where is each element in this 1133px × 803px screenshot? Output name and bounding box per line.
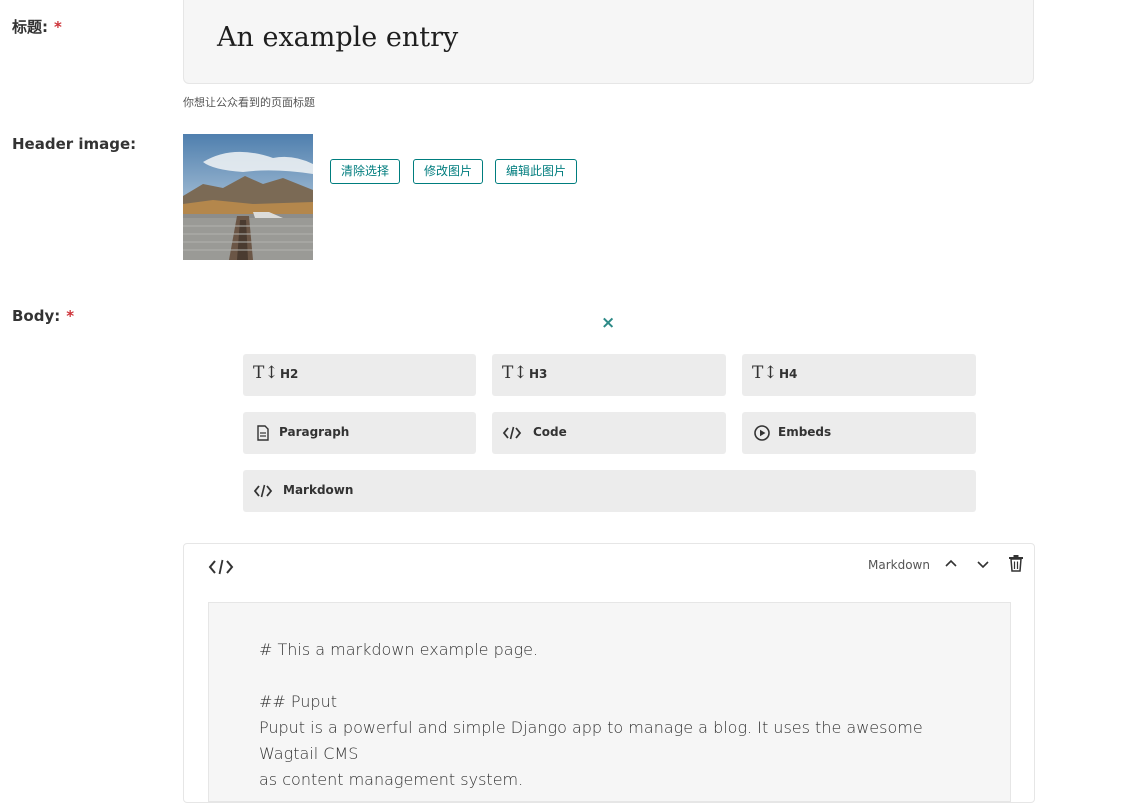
header-image-label: Header image: — [12, 135, 137, 153]
markdown-editor[interactable]: # This a markdown example page. ## Puput… — [208, 602, 1011, 802]
block-button-label: H4 — [779, 367, 798, 381]
block-button-label: Embeds — [778, 425, 832, 439]
header-image-thumbnail — [183, 134, 313, 260]
block-button-label: Markdown — [283, 483, 354, 497]
body-label: Body: * — [12, 307, 75, 325]
code-icon — [208, 559, 234, 575]
title-label: 标题: * — [12, 18, 62, 36]
required-mark: * — [54, 18, 62, 36]
block-type-label: Markdown — [868, 558, 930, 572]
heading-icon: T↕ — [253, 363, 279, 383]
media-icon — [754, 425, 770, 441]
move-down-icon[interactable] — [976, 557, 990, 571]
markdown-line: as content management system. — [259, 770, 524, 789]
code-icon — [502, 426, 522, 440]
markdown-line: ## Puput — [259, 692, 337, 711]
markdown-block: Markdown # This a markdown example page.… — [183, 543, 1035, 803]
block-button-label: Code — [533, 425, 567, 439]
block-button-h2[interactable]: T↕ H2 — [243, 354, 476, 396]
markdown-line: Puput is a powerful and simple Django ap… — [259, 718, 923, 763]
block-button-h4[interactable]: T↕ H4 — [742, 354, 976, 396]
markdown-line: # This a markdown example page. — [259, 640, 539, 659]
move-up-icon[interactable] — [944, 557, 958, 571]
document-icon — [257, 425, 269, 441]
clear-choice-button[interactable]: 清除选择 — [330, 159, 401, 184]
title-input[interactable]: An example entry — [183, 0, 1034, 84]
delete-trash-icon[interactable] — [1008, 554, 1024, 572]
close-block-chooser-icon[interactable]: × — [601, 313, 615, 333]
markdown-blank-line — [259, 663, 960, 689]
block-button-paragraph[interactable]: Paragraph — [243, 412, 476, 454]
block-button-label: H2 — [280, 367, 299, 381]
heading-icon: T↕ — [502, 363, 528, 383]
code-icon — [253, 484, 273, 498]
block-button-label: Paragraph — [279, 425, 350, 439]
block-button-embeds[interactable]: Embeds — [742, 412, 976, 454]
change-image-button[interactable]: 修改图片 — [413, 159, 484, 184]
block-button-label: H3 — [529, 367, 548, 381]
block-button-h3[interactable]: T↕ H3 — [492, 354, 726, 396]
title-value: An example entry — [217, 22, 459, 53]
heading-icon: T↕ — [752, 363, 778, 383]
block-button-markdown[interactable]: Markdown — [243, 470, 976, 512]
title-help-text: 你想让公众看到的页面标题 — [183, 96, 315, 109]
block-button-code[interactable]: Code — [492, 412, 726, 454]
required-mark: * — [66, 307, 75, 325]
edit-image-button[interactable]: 编辑此图片 — [495, 159, 578, 184]
